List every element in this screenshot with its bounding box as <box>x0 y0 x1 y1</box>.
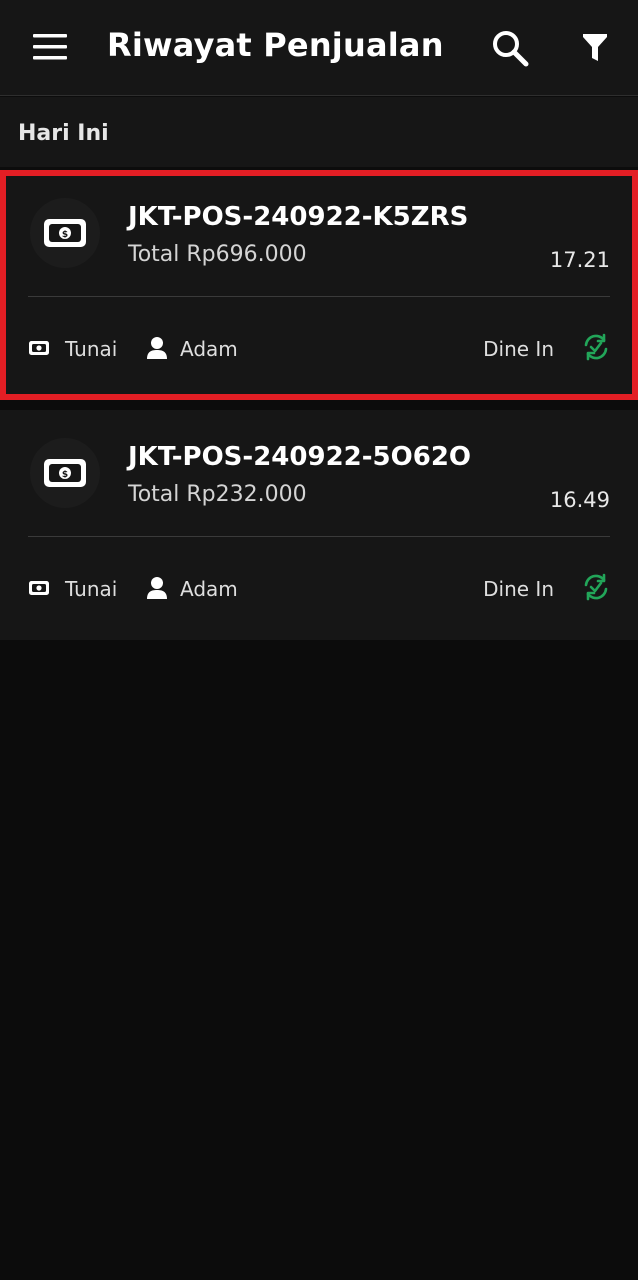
sync-check-icon <box>584 573 608 601</box>
filter-icon <box>583 34 607 61</box>
transaction-id: JKT-POS-240922-5O62O <box>128 442 472 472</box>
payment-method: Tunai <box>65 577 118 601</box>
order-type: Dine In <box>483 577 554 601</box>
cash-small-icon <box>29 341 49 355</box>
order-type: Dine In <box>483 337 554 361</box>
top-app-bar: Riwayat Penjualan <box>0 0 638 96</box>
card-footer: Tunai Adam Dine In <box>28 570 610 610</box>
cash-badge: $ <box>30 198 100 268</box>
card-divider <box>28 536 610 537</box>
search-icon <box>493 31 529 67</box>
transaction-total: Total Rp696.000 <box>128 242 307 267</box>
filter-button[interactable] <box>570 22 620 74</box>
user-icon <box>147 337 167 359</box>
card-divider <box>28 296 610 297</box>
transaction-card[interactable]: $ JKT-POS-240922-5O62O Total Rp232.000 1… <box>0 410 638 640</box>
transaction-id: JKT-POS-240922-K5ZRS <box>128 202 469 232</box>
card-footer: Tunai Adam Dine In <box>28 330 610 370</box>
section-label: Hari Ini <box>18 121 109 146</box>
cashier-name: Adam <box>180 337 238 361</box>
cashier-name: Adam <box>180 577 238 601</box>
sync-check-icon <box>584 333 608 361</box>
cash-icon: $ <box>44 459 86 487</box>
section-header-today: Hari Ini <box>0 97 638 167</box>
svg-text:$: $ <box>62 470 68 480</box>
cash-small-icon <box>29 581 49 595</box>
transaction-card[interactable]: $ JKT-POS-240922-K5ZRS Total Rp696.000 1… <box>0 170 638 400</box>
menu-button[interactable] <box>22 22 78 72</box>
payment-method: Tunai <box>65 337 118 361</box>
transaction-total: Total Rp232.000 <box>128 482 307 507</box>
menu-icon <box>33 34 67 60</box>
transaction-time: 16.49 <box>549 488 610 512</box>
user-icon <box>147 577 167 599</box>
transaction-time: 17.21 <box>549 248 610 272</box>
page-title: Riwayat Penjualan <box>107 26 444 64</box>
cash-badge: $ <box>30 438 100 508</box>
app-root: Riwayat Penjualan Hari Ini $ JKT-POS-240… <box>0 0 638 1280</box>
search-button[interactable] <box>484 22 536 74</box>
cash-icon: $ <box>44 219 86 247</box>
svg-text:$: $ <box>62 230 68 240</box>
